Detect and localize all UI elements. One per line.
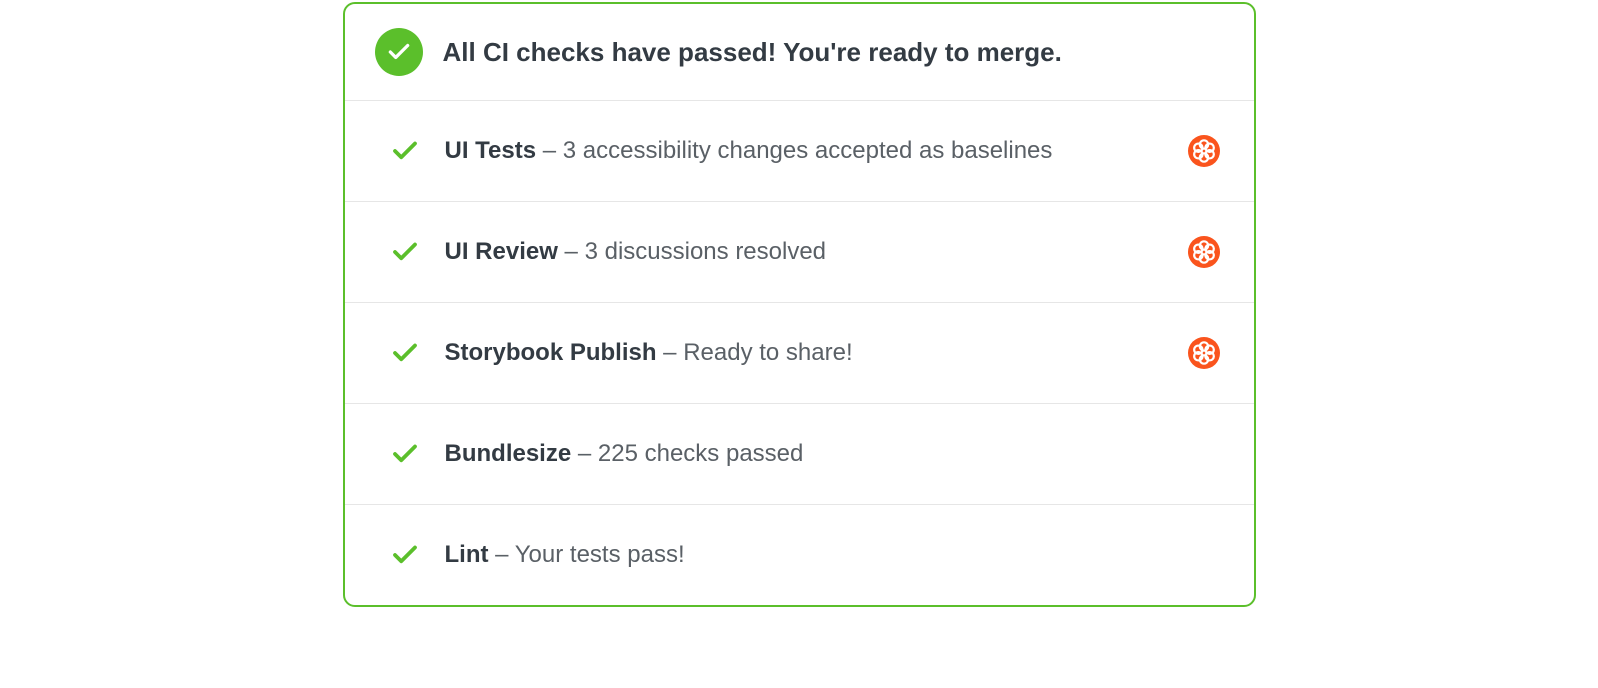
ci-header-row: All CI checks have passed! You're ready … — [345, 4, 1254, 101]
separator: – — [571, 440, 598, 467]
ci-check-row[interactable]: UI Review – 3 discussions resolved — [345, 202, 1254, 303]
ci-checks-card: All CI checks have passed! You're ready … — [343, 2, 1256, 607]
ci-check-text: UI Tests – 3 accessibility changes accep… — [445, 137, 1188, 165]
separator: – — [657, 339, 684, 366]
ci-check-title: UI Review — [445, 238, 558, 265]
separator: – — [558, 238, 585, 265]
ci-check-text: Bundlesize – 225 checks passed — [445, 440, 1220, 468]
ci-check-detail: 3 discussions resolved — [585, 238, 826, 265]
separator: – — [488, 541, 514, 568]
check-icon — [389, 337, 421, 369]
ci-check-title: UI Tests — [445, 137, 537, 164]
ci-check-text: UI Review – 3 discussions resolved — [445, 238, 1188, 266]
ci-check-detail: 3 accessibility changes accepted as base… — [563, 137, 1053, 164]
ci-check-detail: 225 checks passed — [598, 440, 803, 467]
ci-check-detail: Ready to share! — [683, 339, 852, 366]
check-icon — [389, 539, 421, 571]
ci-check-row[interactable]: Storybook Publish – Ready to share! — [345, 303, 1254, 404]
ci-check-row[interactable]: Lint – Your tests pass! — [345, 505, 1254, 605]
ci-check-row[interactable]: Bundlesize – 225 checks passed — [345, 404, 1254, 505]
ci-check-title: Bundlesize — [445, 440, 572, 467]
check-icon — [389, 135, 421, 167]
ci-check-title: Storybook Publish — [445, 339, 657, 366]
check-icon — [389, 236, 421, 268]
chromatic-badge-icon[interactable] — [1188, 135, 1220, 167]
separator: – — [536, 137, 563, 164]
chromatic-badge-icon[interactable] — [1188, 337, 1220, 369]
ci-check-row[interactable]: UI Tests – 3 accessibility changes accep… — [345, 101, 1254, 202]
success-check-circle-icon — [375, 28, 423, 76]
ci-check-detail: Your tests pass! — [515, 541, 685, 568]
ci-check-title: Lint — [445, 541, 489, 568]
ci-check-text: Storybook Publish – Ready to share! — [445, 339, 1188, 367]
check-icon — [389, 438, 421, 470]
chromatic-badge-icon[interactable] — [1188, 236, 1220, 268]
ci-check-text: Lint – Your tests pass! — [445, 541, 1220, 569]
ci-header-title: All CI checks have passed! You're ready … — [443, 37, 1062, 68]
